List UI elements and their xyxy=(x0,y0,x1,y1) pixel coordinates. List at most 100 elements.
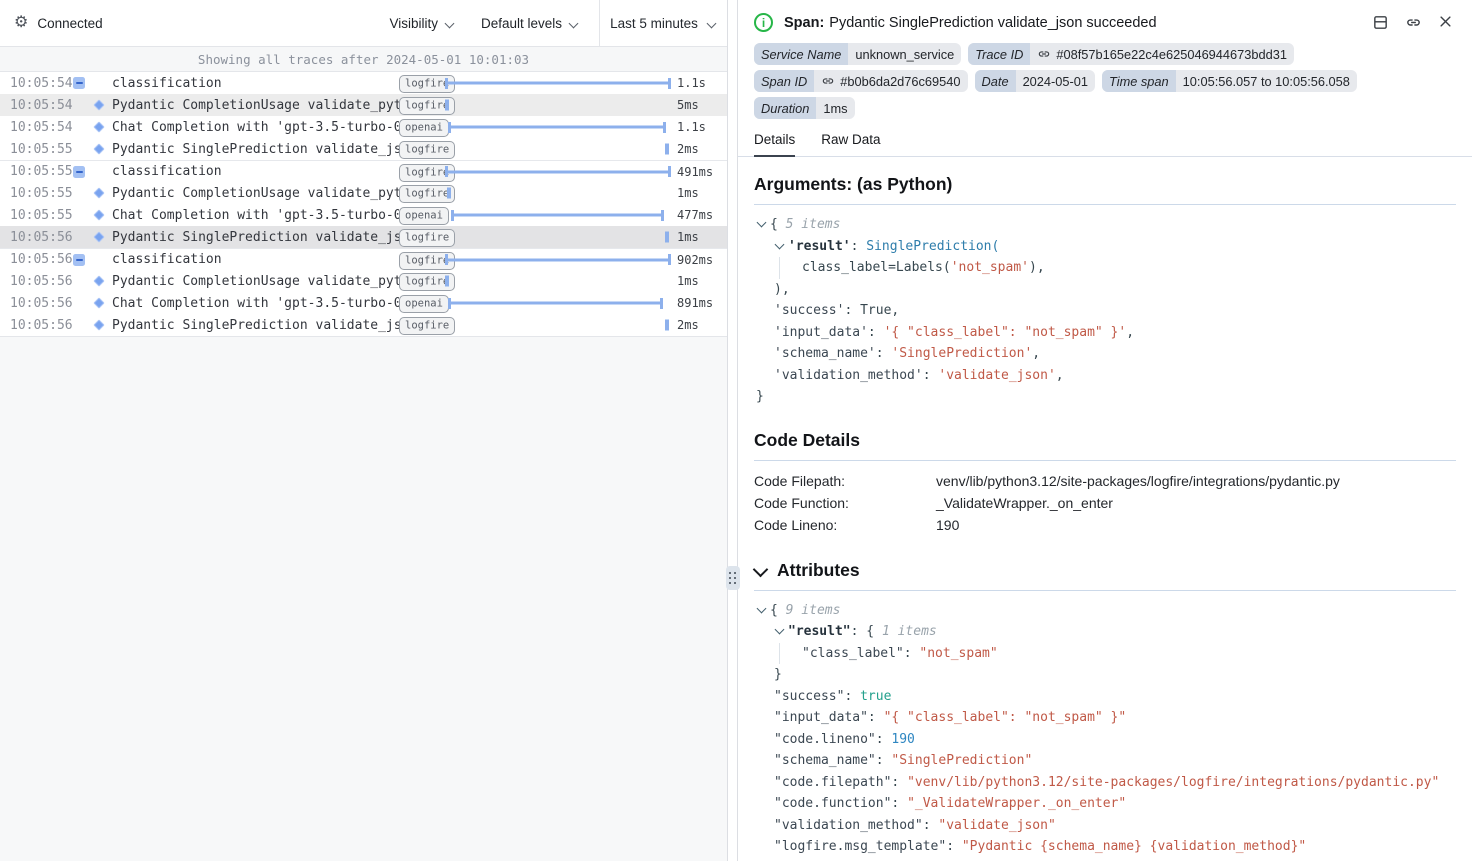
timeline-bar xyxy=(451,214,664,217)
code-detail-row: Code Lineno:190 xyxy=(754,514,1456,536)
code-detail-value: _ValidateWrapper._on_enter xyxy=(936,492,1113,514)
trace-timestamp: 10:05:54 xyxy=(10,120,72,135)
trace-row[interactable]: 10:05:54Pydantic CompletionUsage validat… xyxy=(0,94,727,116)
collapse-toggle-icon[interactable] xyxy=(73,254,85,266)
scope-badge-pill: openai xyxy=(399,119,449,137)
timeline-bar xyxy=(445,276,449,287)
panel-resize-handle[interactable] xyxy=(726,566,740,590)
time-range-select[interactable]: Last 5 minutes xyxy=(599,0,727,47)
tab-details[interactable]: Details xyxy=(754,132,795,157)
trace-label: Pydantic SinglePrediction validate_json xyxy=(112,318,399,333)
trace-tree xyxy=(72,138,112,160)
trace-tree xyxy=(72,204,112,226)
tab-raw-data[interactable]: Raw Data xyxy=(821,132,880,156)
settings-gear-icon[interactable]: ⚙ xyxy=(14,15,28,31)
link-icon[interactable] xyxy=(1037,47,1051,61)
scope-badge: logfire xyxy=(399,318,443,333)
meta-pill-value: #b0b6da2d76c69540 xyxy=(814,70,967,92)
scope-badge: logfire xyxy=(399,164,443,179)
attributes-collapse-chevron-icon[interactable] xyxy=(754,564,768,576)
code-line: "success": true xyxy=(754,686,1456,708)
code-line: 'input_data': '{ "class_label": "not_spa… xyxy=(754,322,1456,344)
span-diamond-icon xyxy=(93,275,104,286)
code-line: 'result': SinglePrediction( xyxy=(754,236,1456,258)
span-diamond-icon xyxy=(93,99,104,110)
collapse-toggle-icon[interactable] xyxy=(73,166,85,178)
span-title-prefix: Span: xyxy=(784,15,824,31)
trace-label: classification xyxy=(112,164,399,179)
span-detail-header: i Span:Pydantic SinglePrediction validat… xyxy=(738,0,1472,41)
trace-label: Chat Completion with 'gpt-3.5-turbo-0613… xyxy=(112,296,399,311)
app-root: ⚙ Connected Visibility Default levels La… xyxy=(0,0,1472,861)
trace-label: classification xyxy=(112,252,399,267)
trace-timestamp: 10:05:54 xyxy=(10,76,72,91)
dock-panel-icon[interactable] xyxy=(1372,14,1389,31)
meta-pill: Duration1ms xyxy=(754,97,855,119)
code-line: "code.filepath": "venv/lib/python3.12/si… xyxy=(754,772,1456,794)
span-diamond-icon xyxy=(93,297,104,308)
span-detail-body: Arguments: (as Python) { 5 items'result'… xyxy=(738,157,1472,861)
code-line: { 9 items xyxy=(754,600,1456,622)
trace-row[interactable]: 10:05:56Chat Completion with 'gpt-3.5-tu… xyxy=(0,292,727,314)
trace-duration: 1ms xyxy=(671,274,727,288)
meta-pill-value: #08f57b165e22c4e625046944673bdd31 xyxy=(1030,43,1294,65)
scope-badge: logfire xyxy=(399,142,443,157)
collapse-toggle-icon[interactable] xyxy=(73,77,85,89)
timeline-bar xyxy=(445,100,449,111)
code-detail-value: 190 xyxy=(936,514,959,536)
trace-duration: 5ms xyxy=(671,98,727,112)
span-meta: Service Nameunknown_serviceTrace ID#08f5… xyxy=(738,41,1472,119)
meta-pill-label: Date xyxy=(975,70,1016,92)
timeline-bar-frame xyxy=(445,94,671,116)
code-details-rows: Code Filepath:venv/lib/python3.12/site-p… xyxy=(754,470,1456,536)
arguments-code: { 5 items'result': SinglePrediction(clas… xyxy=(754,214,1456,408)
trace-row[interactable]: 10:05:55classificationlogfire491ms xyxy=(0,160,727,182)
code-detail-row: Code Function:_ValidateWrapper._on_enter xyxy=(754,492,1456,514)
code-detail-value: venv/lib/python3.12/site-packages/logfir… xyxy=(936,470,1340,492)
trace-row[interactable]: 10:05:56Pydantic CompletionUsage validat… xyxy=(0,270,727,292)
code-line: "schema_name": "SinglePrediction" xyxy=(754,750,1456,772)
chevron-down-icon xyxy=(569,19,579,28)
copy-link-icon[interactable] xyxy=(1405,14,1422,31)
collapse-chevron-icon[interactable] xyxy=(756,603,770,615)
meta-pill-value: 1ms xyxy=(816,97,854,119)
trace-label: Pydantic SinglePrediction validate_json xyxy=(112,142,399,157)
code-line: "result": { 1 items xyxy=(754,621,1456,643)
code-line: } xyxy=(754,664,1456,686)
timeline-bar-frame xyxy=(445,116,671,138)
trace-row[interactable]: 10:05:55Pydantic CompletionUsage validat… xyxy=(0,182,727,204)
trace-row[interactable]: 10:05:55Chat Completion with 'gpt-3.5-tu… xyxy=(0,204,727,226)
code-line: 'success': True, xyxy=(754,300,1456,322)
trace-tree xyxy=(72,182,112,204)
span-title: Span:Pydantic SinglePrediction validate_… xyxy=(784,15,1157,31)
scope-badge: logfire xyxy=(399,230,443,245)
info-level-icon: i xyxy=(754,13,773,32)
collapse-chevron-icon[interactable] xyxy=(774,624,788,636)
code-details-heading: Code Details xyxy=(754,430,1456,451)
trace-row[interactable]: 10:05:54 Chat Completion with 'gpt-3.5-tu… xyxy=(0,116,727,138)
collapse-chevron-icon[interactable] xyxy=(756,217,770,229)
timeline-bar-frame xyxy=(445,182,671,204)
trace-duration: 477ms xyxy=(671,208,727,222)
code-line: "input_data": "{ "class_label": "not_spa… xyxy=(754,707,1456,729)
link-icon[interactable] xyxy=(821,74,835,88)
scope-badge: logfire xyxy=(399,274,443,289)
trace-row[interactable]: 10:05:55Pydantic SinglePrediction valida… xyxy=(0,138,727,160)
default-levels-menu-button[interactable]: Default levels xyxy=(481,16,579,31)
trace-row[interactable]: 10:05:54classificationlogfire1.1s xyxy=(0,72,727,94)
trace-row[interactable]: 10:05:56Pydantic SinglePrediction valida… xyxy=(0,226,727,248)
collapse-chevron-icon[interactable] xyxy=(774,239,788,251)
trace-duration: 2ms xyxy=(671,318,727,332)
meta-pill-label: Time span xyxy=(1102,70,1176,92)
trace-list: 10:05:54classificationlogfire1.1s10:05:5… xyxy=(0,72,727,336)
visibility-menu-button[interactable]: Visibility xyxy=(389,16,455,31)
section-divider xyxy=(754,204,1456,205)
timeline-bar-frame xyxy=(445,314,671,336)
close-icon[interactable] xyxy=(1438,14,1453,29)
trace-row[interactable]: 10:05:56Pydantic SinglePrediction valida… xyxy=(0,314,727,336)
scope-badge: openai xyxy=(399,120,443,135)
trace-row[interactable]: 10:05:56classificationlogfire902ms xyxy=(0,248,727,270)
chevron-down-icon xyxy=(707,19,717,28)
trace-label: Chat Completion with 'gpt-3.5-turbo-0613… xyxy=(112,120,399,135)
meta-pill: Time span10:05:56.057 to 10:05:56.058 xyxy=(1102,70,1357,92)
